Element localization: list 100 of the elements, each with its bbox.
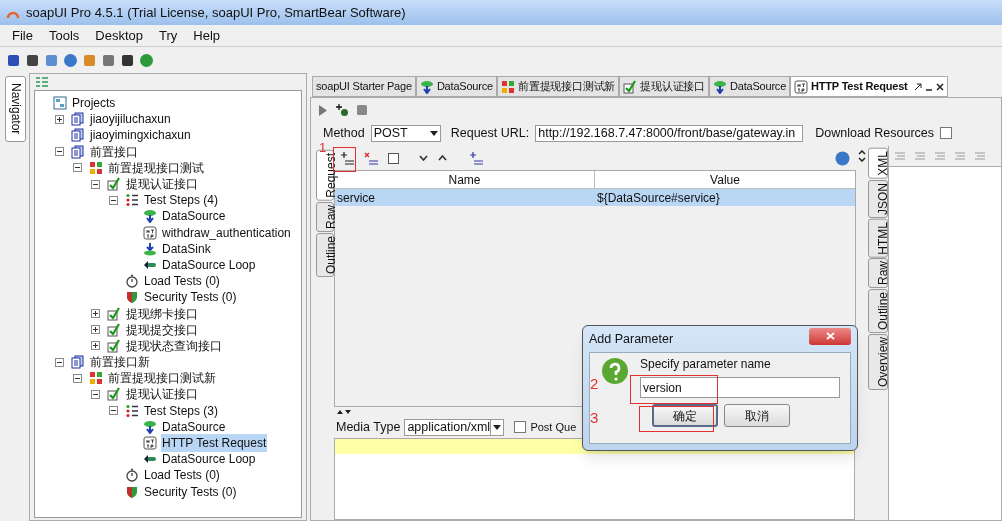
editor-tab[interactable]: DataSource (709, 76, 791, 97)
side-tab[interactable]: Raw (316, 201, 334, 232)
expand-toggle[interactable] (91, 341, 100, 351)
tree-item[interactable]: Load Tests (0) (143, 272, 221, 291)
tree-item[interactable]: DataSink (161, 239, 212, 258)
table-cell-text: ${DataSource#service} (596, 189, 721, 206)
projects-icon (53, 96, 67, 111)
tree-item[interactable]: jiaoyijiluchaxun (89, 110, 172, 129)
undock-icon[interactable] (913, 82, 922, 91)
column-header[interactable]: Value (595, 171, 855, 188)
method-select[interactable]: POST (370, 124, 441, 142)
http-icon (143, 225, 157, 240)
collapse-toggle[interactable] (109, 406, 118, 416)
funnel-icon (143, 209, 157, 224)
side-tab[interactable]: HTML (868, 218, 888, 258)
collapse-toggle[interactable] (91, 389, 100, 399)
collapse-toggle[interactable] (109, 195, 118, 205)
tree-item[interactable]: DataSource Loop (161, 255, 257, 274)
collapse-toggle[interactable] (73, 373, 82, 383)
move-down-icon[interactable] (419, 155, 428, 161)
editor-tab[interactable]: HTTP Test Request (790, 76, 948, 97)
collapse-toggle[interactable] (91, 179, 100, 189)
collapse-toggle[interactable] (55, 147, 64, 157)
shield-icon (125, 290, 139, 305)
grid-icon (89, 371, 103, 386)
add-row-icon[interactable] (340, 151, 354, 165)
side-tab[interactable]: Outline (316, 232, 334, 277)
project-icon (71, 112, 85, 127)
collapse-arrows-icon[interactable] (858, 150, 866, 162)
tree-item[interactable]: DataSource Loop (161, 450, 257, 469)
tree-item[interactable]: 前置接口 (89, 142, 139, 161)
checkbox-icon (107, 322, 121, 337)
funnel-icon (713, 79, 727, 94)
side-tab[interactable]: Overview (868, 334, 888, 391)
list-icon (125, 403, 139, 418)
tree-item[interactable]: jiaoyimingxichaxun (89, 126, 192, 145)
expand-toggle[interactable] (55, 114, 64, 124)
tree-item[interactable]: withdraw_authentication (161, 223, 292, 242)
grid-icon (89, 160, 103, 175)
side-tab[interactable]: Raw (868, 258, 888, 289)
checkbox-icon (107, 387, 121, 402)
square-icon[interactable] (388, 152, 399, 164)
add-icon[interactable] (335, 103, 349, 117)
side-tab[interactable]: JSON (868, 179, 888, 218)
ok-button[interactable]: 确定 (652, 404, 718, 427)
tree-item[interactable]: Load Tests (0) (143, 466, 221, 485)
window-title: soapUI Pro 4.5.1 (Trial License, soapUI Pro, SmartBear Software) (26, 3, 406, 22)
expand-toggle[interactable] (91, 325, 100, 335)
tree-item[interactable]: Security Tests (0) (143, 482, 238, 501)
tree-item[interactable]: 前置接口新 (89, 353, 151, 372)
url-field[interactable]: http://192.168.7.47:8000/front/base/gateway.in (535, 124, 804, 142)
dialog-message: Specify parameter name (640, 357, 772, 371)
menu-item[interactable]: Tools (48, 25, 80, 46)
close-icon[interactable] (935, 82, 944, 91)
expand-toggle[interactable] (91, 309, 100, 319)
menu-item[interactable]: Try (159, 25, 178, 46)
tree-item[interactable]: 提现认证接口 (125, 175, 199, 194)
tree-item[interactable]: 提现绑卡接口 (125, 304, 199, 323)
cancel-button[interactable]: 取消 (724, 404, 790, 427)
stopwatch-icon (125, 468, 139, 483)
collapse-toggle[interactable] (55, 357, 64, 367)
editor-tab[interactable]: DataSource (415, 76, 497, 97)
menu-item[interactable]: Desktop (95, 25, 143, 46)
checkbox-icon (107, 177, 121, 192)
tree-item[interactable]: 前置提现接口测试 (107, 158, 205, 177)
navigator-tab[interactable]: Navigator (5, 76, 26, 142)
post-query-checkbox[interactable] (514, 421, 527, 433)
tree-item[interactable]: DataSource (161, 207, 227, 226)
parameter-name-field[interactable]: version (640, 377, 840, 398)
annotation-number: 3 (590, 410, 599, 425)
tree-item[interactable]: 提现状态查询接口 (125, 336, 223, 355)
download-resources-checkbox[interactable] (940, 127, 953, 139)
close-button[interactable] (809, 327, 851, 345)
table-row[interactable]: service ${DataSource#service} (335, 189, 855, 206)
table-cell-text: service (337, 190, 376, 206)
play-icon[interactable] (319, 104, 327, 116)
add-row-icon[interactable] (469, 151, 483, 165)
editor-tab[interactable]: 前置提现接口测试新 (496, 76, 620, 97)
editor-tab[interactable]: 提现认证接口 (619, 76, 709, 97)
move-up-icon[interactable] (438, 155, 447, 161)
splitter-arrows-icon[interactable] (336, 408, 352, 415)
funnel-icon (419, 79, 434, 94)
media-type-select[interactable]: application/xml (404, 418, 505, 436)
tree-item[interactable]: 提现提交接口 (125, 320, 199, 339)
tree-item[interactable]: Test Steps (4) (143, 191, 220, 210)
side-tab[interactable]: Outline (868, 289, 888, 334)
tree-item[interactable]: DataSource (161, 417, 227, 436)
tree-item[interactable]: HTTP Test Request (161, 434, 268, 453)
tree-item[interactable]: Security Tests (0) (143, 288, 238, 307)
collapse-toggle[interactable] (73, 163, 82, 173)
tree-item[interactable]: Projects (71, 94, 117, 113)
remove-row-icon[interactable] (364, 151, 378, 165)
checkbox-icon (107, 338, 121, 353)
menu-item[interactable]: Help (193, 25, 221, 46)
editor-tab[interactable]: soapUI Starter Page (312, 76, 416, 97)
tree-item[interactable]: Test Steps (3) (143, 401, 220, 420)
side-tab[interactable]: XML (868, 148, 888, 179)
tree-item[interactable]: 提现认证接口 (125, 385, 199, 404)
menu-item[interactable]: File (12, 25, 33, 46)
tree-item[interactable]: 前置提现接口测试新 (107, 369, 217, 388)
